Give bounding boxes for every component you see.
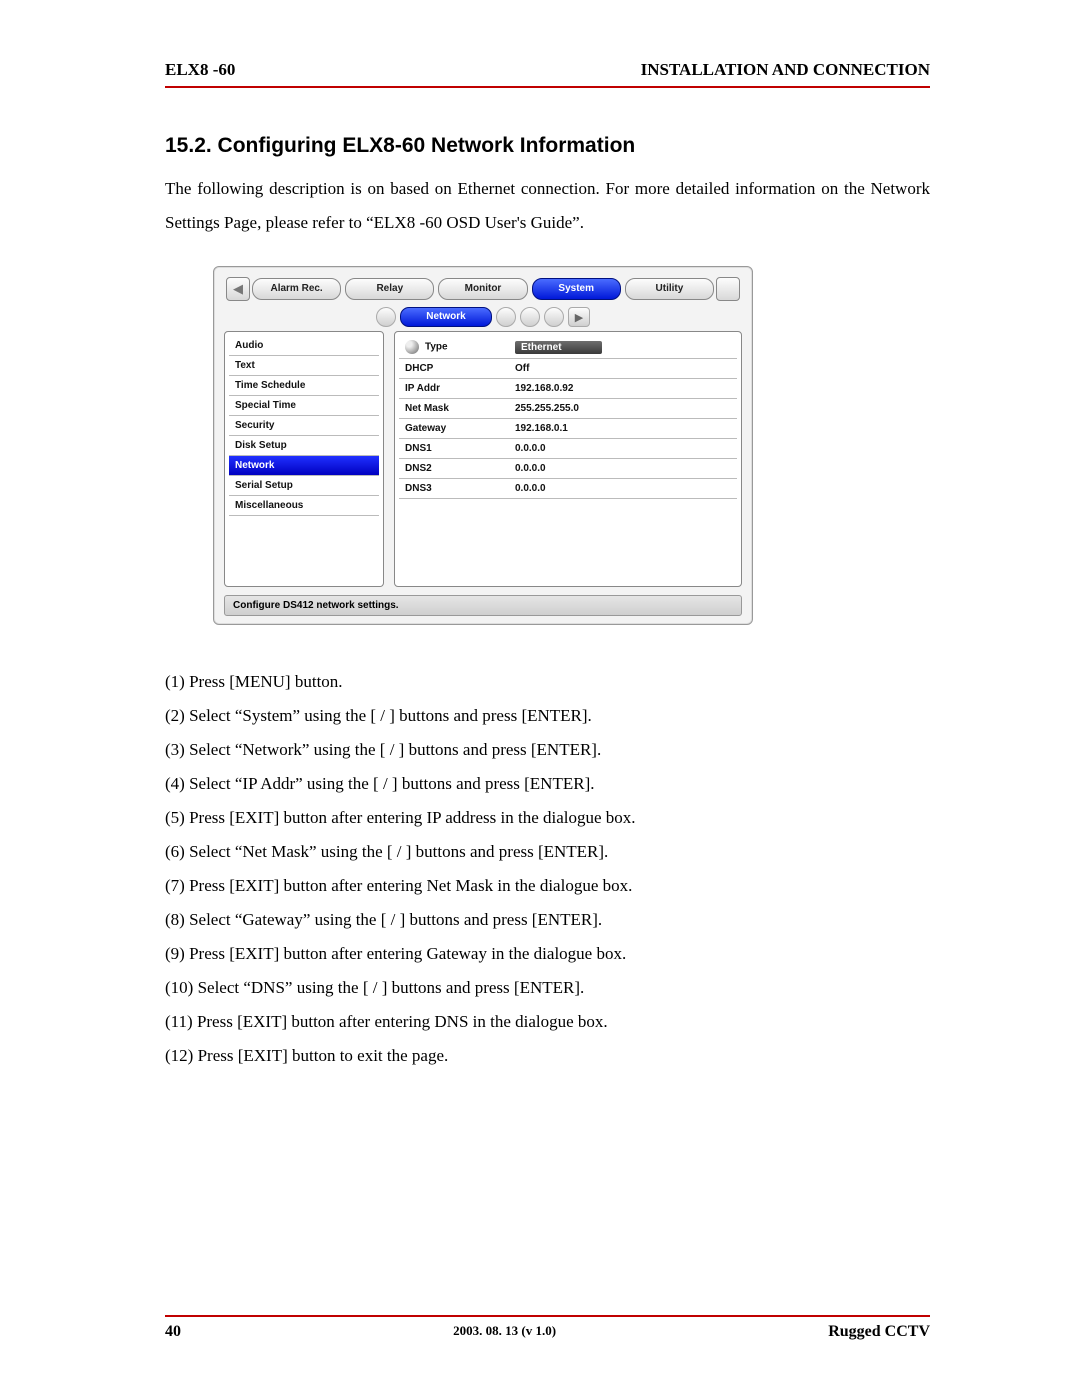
tab-relay[interactable]: Relay (345, 278, 434, 300)
setting-row-dns2[interactable]: DNS20.0.0.0 (399, 459, 737, 479)
footer-center: 2003. 08. 13 (v 1.0) (453, 1323, 556, 1341)
setting-row-ip-addr[interactable]: IP Addr192.168.0.92 (399, 379, 737, 399)
setting-row-gateway[interactable]: Gateway192.168.0.1 (399, 419, 737, 439)
instruction-step: (5) Press [EXIT] button after entering I… (165, 801, 930, 835)
setting-row-type[interactable]: TypeEthernet (399, 336, 737, 359)
subtab-dot (544, 307, 564, 327)
subtab-dot (520, 307, 540, 327)
footer-page-number: 40 (165, 1323, 181, 1341)
section-intro: The following description is on based on… (165, 172, 930, 240)
instruction-step: (8) Select “Gateway” using the [ / ] but… (165, 903, 930, 937)
instruction-step: (2) Select “System” using the [ / ] butt… (165, 699, 930, 733)
menu-item-network[interactable]: Network (229, 456, 379, 476)
setting-key: Type (405, 340, 515, 354)
menu-item-text[interactable]: Text (229, 356, 379, 376)
setting-key: Net Mask (405, 403, 515, 414)
instruction-step: (1) Press [MENU] button. (165, 665, 930, 699)
setting-key: DNS1 (405, 443, 515, 454)
setting-key: IP Addr (405, 383, 515, 394)
menu-item-security[interactable]: Security (229, 416, 379, 436)
header-right: INSTALLATION AND CONNECTION (641, 60, 930, 80)
setting-value: Off (515, 363, 529, 374)
setting-value: 255.255.255.0 (515, 403, 579, 414)
subtab-network[interactable]: Network (400, 307, 492, 327)
instruction-step: (11) Press [EXIT] button after entering … (165, 1005, 930, 1039)
tab-alarm-rec-[interactable]: Alarm Rec. (252, 278, 341, 300)
subtab-dot (376, 307, 396, 327)
instruction-step: (6) Select “Net Mask” using the [ / ] bu… (165, 835, 930, 869)
setting-value: 0.0.0.0 (515, 483, 546, 494)
instruction-list: (1) Press [MENU] button.(2) Select “Syst… (165, 665, 930, 1073)
tab-monitor[interactable]: Monitor (438, 278, 527, 300)
setting-value: 0.0.0.0 (515, 463, 546, 474)
setting-value: 192.168.0.92 (515, 383, 573, 394)
header-rule (165, 86, 930, 88)
instruction-step: (10) Select “DNS” using the [ / ] button… (165, 971, 930, 1005)
setting-row-dns3[interactable]: DNS30.0.0.0 (399, 479, 737, 499)
setting-value: 192.168.0.1 (515, 423, 568, 434)
tab-left-arrow-icon[interactable]: ◀ (226, 277, 250, 301)
setting-value: Ethernet (515, 341, 602, 354)
setting-row-net-mask[interactable]: Net Mask255.255.255.0 (399, 399, 737, 419)
menu-item-special-time[interactable]: Special Time (229, 396, 379, 416)
menu-item-audio[interactable]: Audio (229, 336, 379, 356)
tab-system[interactable]: System (532, 278, 621, 300)
subtab-right-arrow-icon[interactable]: ▶ (568, 307, 590, 327)
setting-key: Gateway (405, 423, 515, 434)
setting-key: DNS2 (405, 463, 515, 474)
osd-left-menu: AudioTextTime ScheduleSpecial TimeSecuri… (224, 331, 384, 587)
osd-status-bar: Configure DS412 network settings. (224, 595, 742, 616)
setting-row-dns1[interactable]: DNS10.0.0.0 (399, 439, 737, 459)
section-title: 15.2. Configuring ELX8-60 Network Inform… (165, 134, 930, 158)
tab-utility[interactable]: Utility (625, 278, 714, 300)
menu-item-disk-setup[interactable]: Disk Setup (229, 436, 379, 456)
instruction-step: (4) Select “IP Addr” using the [ / ] but… (165, 767, 930, 801)
setting-key: DHCP (405, 363, 515, 374)
setting-key: DNS3 (405, 483, 515, 494)
footer-right: Rugged CCTV (828, 1323, 930, 1341)
instruction-step: (9) Press [EXIT] button after entering G… (165, 937, 930, 971)
subtab-dot (496, 307, 516, 327)
header-left: ELX8 -60 (165, 60, 235, 80)
indicator-icon (405, 340, 419, 354)
instruction-step: (7) Press [EXIT] button after entering N… (165, 869, 930, 903)
menu-item-time-schedule[interactable]: Time Schedule (229, 376, 379, 396)
osd-screenshot: ◀ Alarm Rec.RelayMonitorSystemUtility Ne… (213, 266, 753, 625)
osd-settings-panel: TypeEthernetDHCPOffIP Addr192.168.0.92Ne… (394, 331, 742, 587)
setting-value: 0.0.0.0 (515, 443, 546, 454)
tab-right-arrow-icon[interactable] (716, 277, 740, 301)
menu-item-serial-setup[interactable]: Serial Setup (229, 476, 379, 496)
instruction-step: (3) Select “Network” using the [ / ] but… (165, 733, 930, 767)
setting-row-dhcp[interactable]: DHCPOff (399, 359, 737, 379)
menu-item-miscellaneous[interactable]: Miscellaneous (229, 496, 379, 516)
instruction-step: (12) Press [EXIT] button to exit the pag… (165, 1039, 930, 1073)
